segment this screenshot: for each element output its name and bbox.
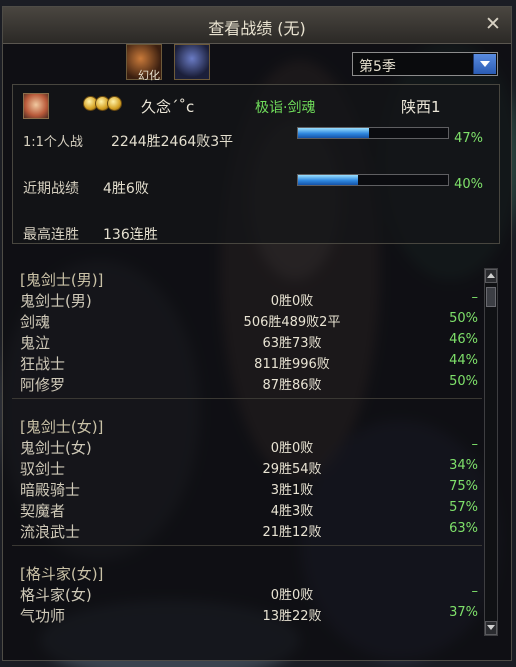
class-name: 格斗家(女) — [20, 586, 92, 604]
season-selected-value: 第5季 — [359, 59, 396, 75]
solo-winrate-bar — [297, 127, 449, 139]
class-record-row[interactable]: 流浪武士 21胜12败 63% — [12, 520, 482, 541]
class-record-row[interactable]: 鬼剑士(女) 0胜0败 – — [12, 436, 482, 457]
class-record-row[interactable]: 契魔者 4胜3败 57% — [12, 499, 482, 520]
class-record: 0胜0败 — [270, 294, 314, 309]
class-winrate: – — [471, 584, 479, 599]
class-name: 剑魂 — [20, 313, 51, 331]
scrollbar-thumb[interactable] — [486, 287, 496, 307]
class-record: 3胜1败 — [270, 483, 314, 498]
skill-icon-label: 幻化 — [138, 69, 160, 82]
class-winrate: 63% — [449, 521, 478, 536]
class-record: 0胜0败 — [270, 441, 314, 456]
class-name: 契魔者 — [20, 502, 66, 520]
recent-winrate-percent: 40% — [454, 177, 483, 192]
list-scrollbar[interactable] — [484, 268, 498, 636]
skill-icon — [174, 44, 210, 80]
class-name: 鬼剑士(男) — [20, 292, 92, 310]
class-group: [鬼剑士(男)] 鬼剑士(男) 0胜0败 – 剑魂 506胜489败2平 50% 鬼泣 63胜7… — [12, 268, 482, 394]
class-winrate: 57% — [449, 500, 478, 515]
class-group-title: [鬼剑士(男)] — [20, 271, 104, 289]
class-record: 13胜22败 — [262, 609, 322, 624]
class-winrate: 50% — [449, 311, 478, 326]
class-record: 21胜12败 — [262, 525, 322, 540]
class-record-row[interactable]: 鬼泣 63胜73败 46% — [12, 331, 482, 352]
window-title: 查看战绩 (无) — [208, 19, 306, 38]
season-select[interactable]: 第5季 — [352, 52, 498, 76]
solo-battle-label: 1:1个人战 — [23, 135, 83, 150]
class-record-row[interactable]: 剑魂 506胜489败2平 50% — [12, 310, 482, 331]
player-server: 陕西1 — [401, 98, 441, 116]
class-record: 63胜73败 — [262, 336, 322, 351]
player-class-title: 极诣·剑魂 — [255, 100, 316, 116]
recent-winrate-bar — [297, 174, 449, 186]
coin-icon — [107, 96, 122, 111]
scroll-up-button[interactable] — [485, 269, 497, 283]
class-group: [格斗家(女)] 格斗家(女) 0胜0败 – 气功师 13胜22败 37% — [12, 562, 482, 625]
group-divider — [12, 398, 482, 399]
class-record: 87胜86败 — [262, 378, 322, 393]
class-name: 驭剑士 — [20, 460, 66, 478]
class-record-row[interactable]: 格斗家(女) 0胜0败 – — [12, 583, 482, 604]
class-record-row[interactable]: 鬼剑士(男) 0胜0败 – — [12, 289, 482, 310]
class-winrate: – — [471, 290, 479, 305]
class-record-row[interactable]: 狂战士 811胜996败 44% — [12, 352, 482, 373]
class-winrate: – — [471, 437, 479, 452]
class-name: 阿修罗 — [20, 376, 66, 394]
class-name: 气功师 — [20, 607, 66, 625]
class-winrate: 46% — [449, 332, 478, 347]
class-winrate: 50% — [449, 374, 478, 389]
avatar — [23, 93, 49, 119]
class-record-row[interactable]: 驭剑士 29胜54败 34% — [12, 457, 482, 478]
class-record: 4胜3败 — [270, 504, 314, 519]
class-group-header: [格斗家(女)] — [12, 562, 482, 583]
player-name: 久念ˊ˚c — [141, 98, 195, 116]
chevron-down-icon[interactable] — [473, 54, 496, 74]
class-group-title: [鬼剑士(女)] — [20, 418, 104, 436]
class-winrate: 37% — [449, 605, 478, 620]
close-icon[interactable]: ✕ — [483, 14, 503, 34]
best-streak-label: 最高连胜 — [23, 227, 79, 243]
recent-battle-label: 近期战绩 — [23, 181, 79, 197]
class-record: 506胜489败2平 — [243, 315, 341, 330]
class-name: 暗殿骑士 — [20, 481, 81, 499]
class-record-row[interactable]: 气功师 13胜22败 37% — [12, 604, 482, 625]
class-winrate: 34% — [449, 458, 478, 473]
best-streak-value: 136连胜 — [103, 227, 158, 243]
class-group-header: [鬼剑士(女)] — [12, 415, 482, 436]
class-name: 鬼泣 — [20, 334, 51, 352]
class-record-list[interactable]: [鬼剑士(男)] 鬼剑士(男) 0胜0败 – 剑魂 506胜489败2平 50% 鬼泣 63胜7… — [12, 258, 500, 638]
solo-winrate-fill — [298, 128, 369, 138]
window-titlebar[interactable]: 查看战绩 (无) ✕ — [3, 7, 511, 44]
solo-winrate-percent: 47% — [454, 131, 483, 146]
class-name: 流浪武士 — [20, 523, 81, 541]
scroll-down-button[interactable] — [485, 621, 497, 635]
class-record-row[interactable]: 暗殿骑士 3胜1败 75% — [12, 478, 482, 499]
class-group-header: [鬼剑士(男)] — [12, 268, 482, 289]
class-name: 鬼剑士(女) — [20, 439, 92, 457]
class-record-row[interactable]: 阿修罗 87胜86败 50% — [12, 373, 482, 394]
recent-battle-record: 4胜6败 — [103, 181, 149, 197]
class-winrate: 75% — [449, 479, 478, 494]
solo-battle-record: 2244胜2464败3平 — [111, 134, 234, 150]
recent-winrate-fill — [298, 175, 358, 185]
class-name: 狂战士 — [20, 355, 66, 373]
class-record: 29胜54败 — [262, 462, 322, 477]
class-record: 0胜0败 — [270, 588, 314, 603]
class-group: [鬼剑士(女)] 鬼剑士(女) 0胜0败 – 驭剑士 29胜54败 34% 暗殿骑士 3胜1败 7… — [12, 415, 482, 541]
player-summary-panel: 久念ˊ˚c 极诣·剑魂 陕西1 1:1个人战 2244胜2464败3平 47% … — [12, 84, 500, 244]
class-winrate: 44% — [449, 353, 478, 368]
class-group-title: [格斗家(女)] — [20, 565, 104, 583]
group-divider — [12, 545, 482, 546]
class-record: 811胜996败 — [254, 357, 330, 372]
